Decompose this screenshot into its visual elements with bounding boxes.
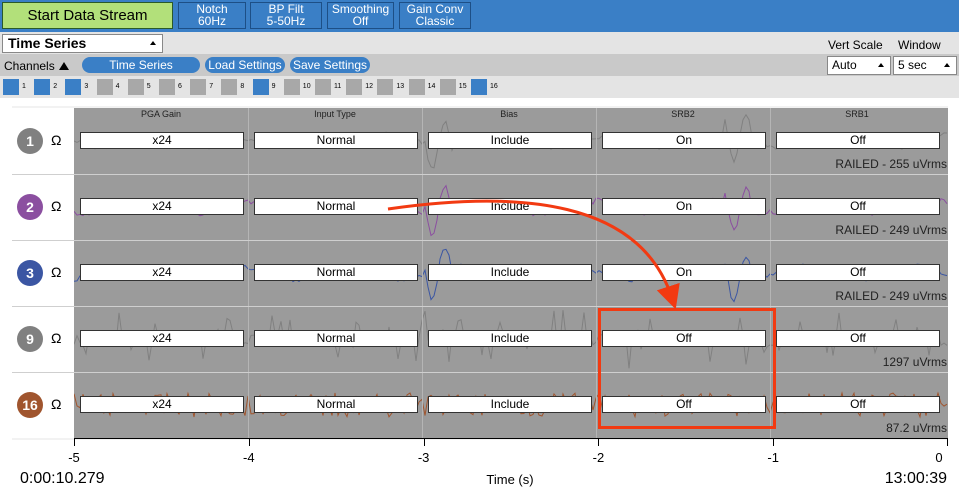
gui-root: Start Data Stream Notch 60Hz BP Filt 5-5… <box>0 0 959 494</box>
annotation-arrow <box>387 199 680 310</box>
arrow-curve <box>387 199 680 310</box>
